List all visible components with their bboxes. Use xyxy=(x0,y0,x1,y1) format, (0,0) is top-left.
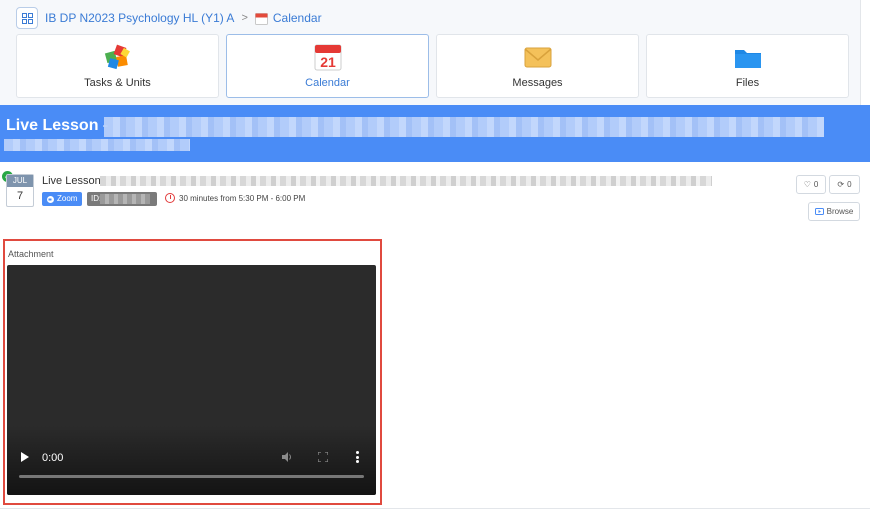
play-icon[interactable] xyxy=(21,452,29,462)
video-progress-bar[interactable] xyxy=(19,475,364,478)
attachment-section: Attachment 0:00 xyxy=(3,239,382,505)
share-button[interactable]: ⟳ 0 xyxy=(829,175,860,194)
tile-files[interactable]: Files xyxy=(646,34,849,98)
event-title[interactable]: Live Lesson - xyxy=(42,175,107,187)
clock-icon xyxy=(165,193,175,203)
heart-icon: ♡ xyxy=(803,180,811,189)
breadcrumb-course-link[interactable]: IB DP N2023 Psychology HL (Y1) A xyxy=(45,11,234,25)
browse-icon xyxy=(814,208,824,215)
volume-icon[interactable] xyxy=(281,451,293,463)
tile-messages[interactable]: Messages xyxy=(436,34,639,98)
video-time: 0:00 xyxy=(42,452,64,464)
event-banner-title: Live Lesson - xyxy=(6,117,109,134)
calendar-icon: 21 xyxy=(313,43,343,71)
video-camera-icon xyxy=(47,195,54,203)
attachment-label: Attachment xyxy=(8,249,54,259)
tile-label: Messages xyxy=(512,77,563,89)
event-item: ✓ JUL 7 Live Lesson - Zoom ID: 30 minute… xyxy=(0,162,870,232)
zoom-badge[interactable]: Zoom xyxy=(42,192,83,206)
puzzle-icon xyxy=(103,43,133,71)
browse-button[interactable]: Browse xyxy=(808,202,860,221)
event-date-day: 7 xyxy=(16,190,24,202)
more-options-icon[interactable] xyxy=(356,451,359,463)
tile-label: Calendar xyxy=(305,77,350,89)
tile-label: Tasks & Units xyxy=(84,77,151,89)
event-time: 30 minutes from 5:30 PM - 6:00 PM xyxy=(165,193,305,203)
course-header: IB DP N2023 Psychology HL (Y1) A > Calen… xyxy=(0,0,861,105)
event-time-text: 30 minutes from 5:30 PM - 6:00 PM xyxy=(179,193,306,203)
breadcrumb: IB DP N2023 Psychology HL (Y1) A > Calen… xyxy=(16,7,322,29)
envelope-icon xyxy=(523,43,553,71)
like-count: 0 xyxy=(813,180,819,189)
refresh-icon: ⟳ xyxy=(837,180,845,189)
tile-tasks-units[interactable]: Tasks & Units xyxy=(16,34,219,98)
video-player[interactable]: 0:00 xyxy=(7,265,376,495)
tile-calendar[interactable]: 21 Calendar xyxy=(226,34,429,98)
event-banner: Live Lesson - xyxy=(0,105,870,162)
breadcrumb-separator: > xyxy=(241,12,248,24)
calendar-icon xyxy=(254,12,268,25)
tile-label: Files xyxy=(735,77,760,89)
share-count: 0 xyxy=(847,180,852,189)
event-date-month: JUL xyxy=(7,175,33,187)
course-grid-icon[interactable] xyxy=(16,7,38,29)
divider xyxy=(0,508,870,509)
redacted-text xyxy=(4,139,190,151)
browse-label: Browse xyxy=(826,207,854,216)
event-date: JUL 7 xyxy=(6,174,34,207)
fullscreen-icon[interactable] xyxy=(318,452,328,462)
folder-icon xyxy=(733,43,763,71)
breadcrumb-current[interactable]: Calendar xyxy=(273,11,322,25)
calendar-icon-day: 21 xyxy=(320,54,336,70)
like-button[interactable]: ♡ 0 xyxy=(796,175,826,194)
course-nav-tiles: Tasks & Units 21 Calendar Messages Files xyxy=(16,34,849,98)
zoom-label: Zoom xyxy=(57,194,78,203)
redacted-text xyxy=(100,194,150,204)
redacted-text xyxy=(104,117,824,137)
redacted-text xyxy=(100,176,712,186)
